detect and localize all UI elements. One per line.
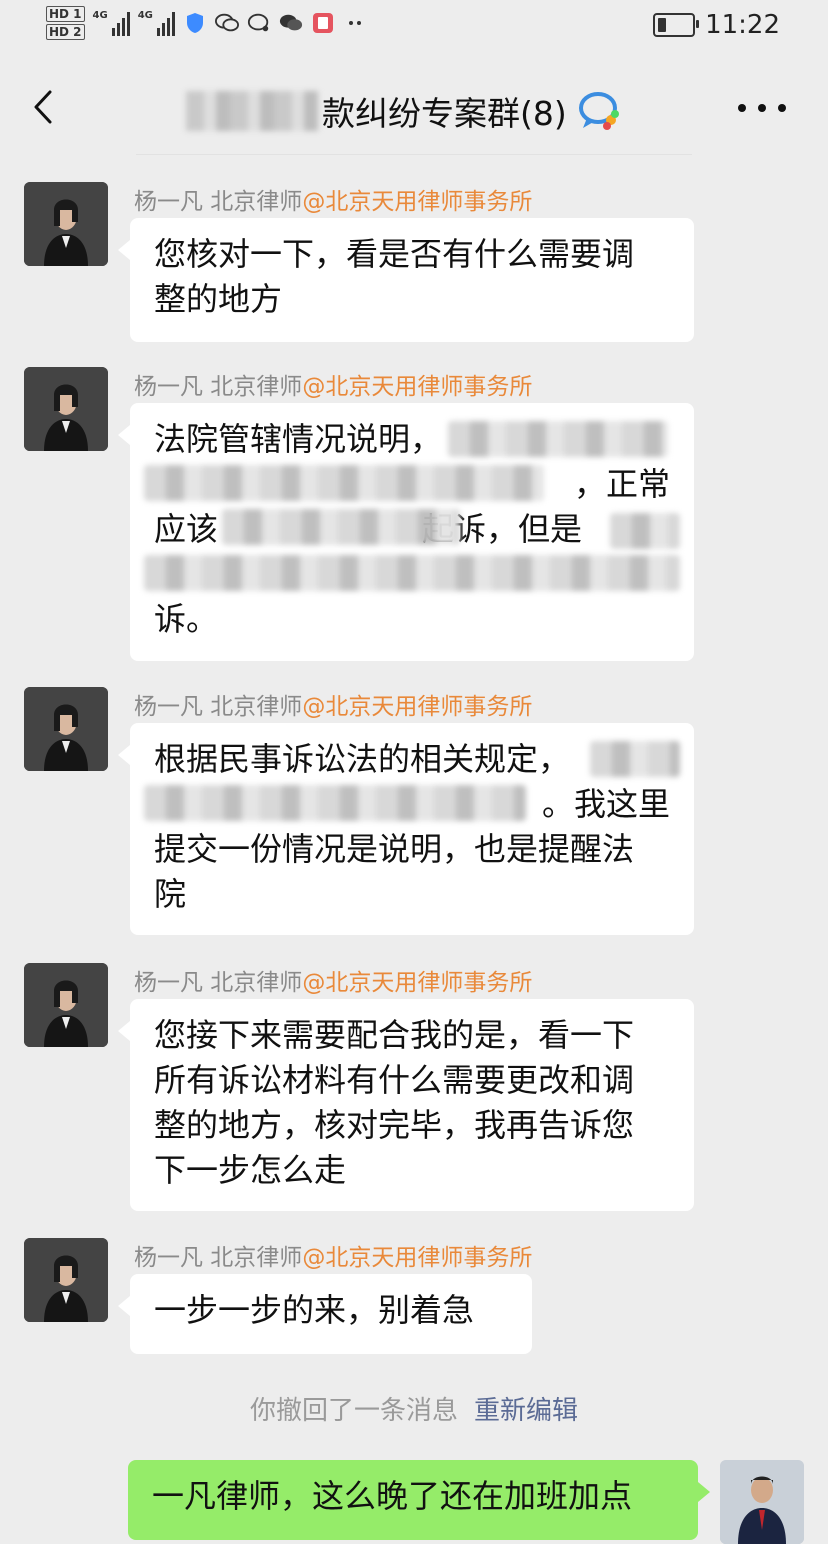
redacted-text (222, 509, 460, 545)
message-line: 院 (154, 875, 187, 913)
avatar[interactable] (24, 687, 108, 771)
chat-header: 款纠纷专案群(8) (0, 58, 828, 154)
clock: 11:22 (705, 10, 780, 40)
enterprise-group-icon (578, 92, 619, 130)
signal-2-icon: 4G (138, 10, 175, 36)
back-button[interactable] (24, 82, 64, 132)
chat-title-area[interactable]: 款纠纷专案群(8) (186, 86, 623, 136)
my-avatar[interactable] (720, 1460, 804, 1544)
avatar-image (720, 1460, 804, 1544)
chat-bubble-icon (247, 11, 271, 35)
redacted-title (186, 91, 318, 131)
re-edit-link[interactable]: 重新编辑 (474, 1396, 578, 1426)
sender-label: 杨一凡 北京律师@北京天用律师事务所 (134, 189, 533, 215)
avatar-image (24, 182, 108, 266)
more-options-button[interactable] (732, 98, 792, 118)
avatar[interactable] (24, 1238, 108, 1322)
sim2-label: HD 2 (46, 24, 85, 40)
recall-text: 你撤回了一条消息 (249, 1396, 458, 1426)
sender-label: 杨一凡 北京律师@北京天用律师事务所 (134, 374, 533, 400)
redacted-text (610, 513, 680, 549)
message-bubble[interactable]: 您核对一下，看是否有什么需要调 整的地方 (118, 218, 694, 342)
avatar-image (24, 963, 108, 1047)
my-message-bubble[interactable]: 一凡律师，这么晚了还在加班加点 (128, 1460, 710, 1540)
message-bubble[interactable]: 根据民事诉讼法的相关规定， 。我这里 提交一份情况是说明，也是提醒法 院 (118, 723, 694, 935)
chevron-left-icon (34, 90, 52, 124)
wechat-icon (279, 11, 303, 35)
more-icon (738, 104, 786, 112)
message-line: 提交一份情况是说明，也是提醒法 (154, 830, 635, 868)
message-line: 您核对一下，看是否有什么需要调 (154, 235, 635, 273)
avatar[interactable] (24, 367, 108, 451)
redacted-text (144, 785, 526, 821)
message-line: 您接下来需要配合我的是，看一下 (154, 1016, 635, 1054)
redacted-text (144, 465, 544, 501)
status-bar: HD 1 HD 2 4G 4G 11:22 (0, 0, 828, 58)
avatar-image (24, 1238, 108, 1322)
wechat-icon (214, 11, 239, 35)
sim1-label: HD 1 (46, 6, 85, 22)
more-dots-icon (343, 11, 367, 35)
message-bubble[interactable]: 您接下来需要配合我的是，看一下 所有诉讼材料有什么需要更改和调 整的地方，核对完… (118, 999, 694, 1211)
sim-indicators: HD 1 HD 2 (46, 6, 85, 40)
message-line: 所有诉讼材料有什么需要更改和调 (154, 1061, 635, 1099)
message-bubble[interactable]: 一步一步的来，别着急 (118, 1274, 532, 1354)
avatar-image (24, 367, 108, 451)
sender-label: 杨一凡 北京律师@北京天用律师事务所 (134, 694, 533, 720)
app-icon (311, 11, 335, 35)
avatar[interactable] (24, 182, 108, 266)
chat-title: 款纠纷专案群(8) (322, 94, 567, 133)
signal-1-icon: 4G (93, 10, 130, 36)
redacted-text (144, 555, 680, 591)
my-message-text: 一凡律师，这么晚了还在加班加点 (152, 1477, 633, 1515)
shield-icon (183, 11, 207, 35)
recall-notice: 你撤回了一条消息 重新编辑 (0, 1390, 828, 1427)
redacted-text (590, 741, 680, 777)
message-line: 整的地方，核对完毕，我再告诉您 (154, 1106, 635, 1144)
message-line: 一步一步的来，别着急 (154, 1291, 475, 1329)
header-divider (136, 154, 692, 155)
message-line: 下一步怎么走 (154, 1151, 347, 1189)
redacted-text (448, 421, 668, 457)
sender-label: 杨一凡 北京律师@北京天用律师事务所 (134, 1245, 533, 1271)
avatar[interactable] (24, 963, 108, 1047)
sender-label: 杨一凡 北京律师@北京天用律师事务所 (134, 970, 533, 996)
avatar-image (24, 687, 108, 771)
message-bubble[interactable]: 法院管辖情况说明， ，正常 应该 起诉，但是 诉。 (118, 403, 694, 661)
message-line: 诉。 (154, 600, 219, 638)
battery-icon (653, 13, 700, 37)
my-message-item: 一凡律师，这么晚了还在加班加点 (24, 1460, 804, 1544)
message-line: 整的地方 (154, 280, 283, 318)
